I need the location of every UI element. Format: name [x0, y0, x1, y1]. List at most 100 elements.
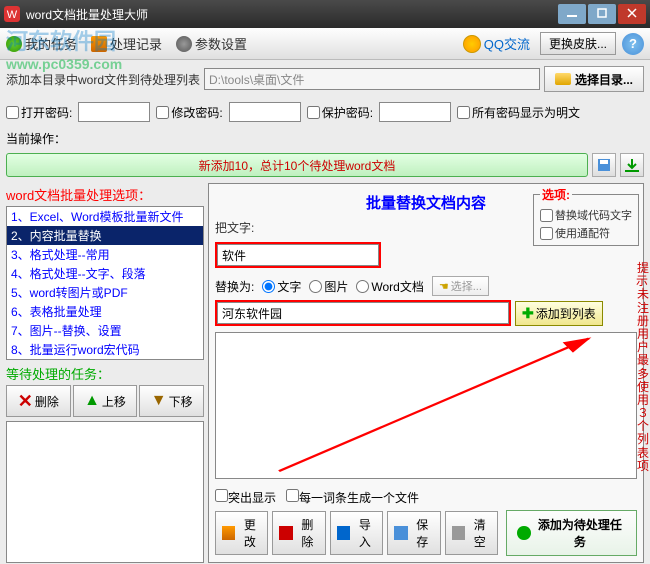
replace-list[interactable]	[215, 332, 637, 479]
hand-icon: ☚	[439, 280, 449, 293]
add-as-task-label: 添加为待处理任务	[534, 516, 626, 550]
option-item[interactable]: 7、图片--替换、设置	[7, 321, 203, 340]
current-operation-label: 当前操作：	[0, 130, 650, 153]
tasks-tab[interactable]: 我的任务	[6, 34, 77, 53]
skin-button[interactable]: 更换皮肤...	[540, 32, 616, 55]
option-item[interactable]: 8、批量运行word宏代码	[7, 340, 203, 359]
records-label: 处理记录	[110, 34, 162, 53]
radio-word-label: Word文档	[371, 278, 423, 295]
status-bar: 新添加10，总计10个待处理word文档	[6, 153, 588, 177]
delete-task-button[interactable]: ✕删除	[6, 385, 71, 417]
gear-icon	[176, 36, 192, 52]
qq-icon	[463, 35, 481, 53]
highlight-label: 突出显示	[228, 491, 276, 505]
settings-label: 参数设置	[195, 34, 247, 53]
radio-image-label: 图片	[324, 278, 348, 295]
radio-text-label: 文字	[277, 278, 301, 295]
open-pwd-input[interactable]	[78, 102, 150, 122]
close-button[interactable]	[618, 4, 646, 24]
trash-icon	[279, 526, 292, 540]
choose-dir-button[interactable]: 选择目录...	[544, 66, 644, 92]
save-icon-button[interactable]	[592, 153, 616, 177]
modify-pwd-label: 修改密码:	[171, 104, 222, 121]
open-pwd-label: 打开密码:	[21, 104, 72, 121]
opt-replace-field-code[interactable]: 替换域代码文字	[540, 207, 632, 223]
highlight-check[interactable]: 突出显示	[215, 489, 276, 506]
delete-label: 删除	[296, 516, 319, 550]
qq-button[interactable]: QQ交流	[463, 34, 530, 53]
choose-dir-label: 选择目录...	[575, 71, 633, 88]
protect-pwd-input[interactable]	[379, 102, 451, 122]
maximize-button[interactable]	[588, 4, 616, 24]
down-arrow-icon: ▼	[151, 392, 167, 410]
plus-icon: ✚	[522, 305, 534, 322]
waiting-header: 等待处理的任务：	[6, 360, 204, 385]
edit-button[interactable]: 更改	[215, 511, 268, 555]
disk-icon	[394, 526, 407, 540]
option-item[interactable]: 5、word转图片或PDF	[7, 283, 203, 302]
delete-button[interactable]: 删除	[272, 511, 325, 555]
import-button[interactable]: 导入	[330, 511, 383, 555]
bottom-options-row: 突出显示 每一词条生成一个文件	[215, 485, 637, 510]
folder-icon	[555, 73, 571, 85]
add-to-list-button[interactable]: ✚添加到列表	[515, 301, 603, 326]
dir-row: 添加本目录中word文件到待处理列表 选择目录...	[0, 60, 650, 98]
import-label: 导入	[353, 516, 376, 550]
minimize-button[interactable]	[558, 4, 586, 24]
perword-check[interactable]: 每一词条生成一个文件	[286, 489, 419, 506]
tasks-label: 我的任务	[25, 34, 77, 53]
move-up-button[interactable]: ▲上移	[73, 385, 138, 417]
protect-pwd-label: 保护密码:	[322, 104, 373, 121]
main-toolbar: 我的任务 处理记录 参数设置 QQ交流 更换皮肤... ?	[0, 28, 650, 60]
tasks-icon	[6, 36, 22, 52]
add-to-list-label: 添加到列表	[536, 305, 596, 322]
svg-text:W: W	[7, 9, 18, 21]
option-item[interactable]: 3、格式处理--常用	[7, 245, 203, 264]
options-box: 选项: 替换域代码文字 使用通配符	[533, 186, 639, 246]
select-file-button[interactable]: ☚选择...	[432, 276, 489, 296]
find-text-input[interactable]	[217, 244, 379, 266]
options-header: word文档批量处理选项：	[6, 183, 204, 206]
settings-tab[interactable]: 参数设置	[176, 34, 247, 53]
qq-label: QQ交流	[484, 34, 530, 53]
records-tab[interactable]: 处理记录	[91, 34, 162, 53]
option-item[interactable]: 6、表格批量处理	[7, 302, 203, 321]
option-item[interactable]: 1、Excel、Word模板批量新文件	[7, 207, 203, 226]
option-item[interactable]: 2、内容批量替换	[7, 226, 203, 245]
x-icon: ✕	[18, 391, 33, 412]
download-icon-button[interactable]	[620, 153, 644, 177]
replace-label: 替换为:	[215, 278, 254, 295]
add-as-task-button[interactable]: 添加为待处理任务	[506, 510, 637, 556]
password-row: 打开密码: 修改密码: 保护密码: 所有密码显示为明文	[0, 98, 650, 130]
clear-label: 清空	[468, 516, 491, 550]
modify-pwd-check[interactable]: 修改密码:	[156, 104, 222, 121]
radio-word[interactable]: Word文档	[356, 278, 423, 295]
import-icon	[337, 526, 350, 540]
dir-path-input[interactable]	[204, 68, 540, 90]
left-column: word文档批量处理选项： 1、Excel、Word模板批量新文件2、内容批量替…	[6, 183, 204, 563]
waiting-task-list[interactable]	[6, 421, 204, 563]
radio-image[interactable]: 图片	[309, 278, 348, 295]
titlebar: W word文档批量处理大师	[0, 0, 650, 28]
save-button[interactable]: 保存	[387, 511, 440, 555]
replace-text-input[interactable]	[217, 302, 509, 324]
move-down-button[interactable]: ▼下移	[139, 385, 204, 417]
opt-use-wildcard[interactable]: 使用通配符	[540, 225, 632, 241]
delete-task-label: 删除	[35, 393, 59, 410]
protect-pwd-check[interactable]: 保护密码:	[307, 104, 373, 121]
dir-label: 添加本目录中word文件到待处理列表	[6, 71, 200, 88]
opt2-label: 使用通配符	[555, 225, 610, 241]
clear-button[interactable]: 清空	[445, 511, 498, 555]
save-label: 保存	[411, 516, 434, 550]
perword-label: 每一词条生成一个文件	[299, 491, 419, 505]
option-item[interactable]: 4、格式处理--文字、段落	[7, 264, 203, 283]
open-pwd-check[interactable]: 打开密码:	[6, 104, 72, 121]
modify-pwd-input[interactable]	[229, 102, 301, 122]
bottom-buttons-row: 更改 删除 导入 保存 清空 添加为待处理任务	[215, 510, 637, 556]
radio-text[interactable]: 文字	[262, 278, 301, 295]
options-box-title: 选项:	[540, 186, 572, 203]
find-label: 把文字:	[215, 219, 254, 236]
options-list[interactable]: 1、Excel、Word模板批量新文件2、内容批量替换3、格式处理--常用4、格…	[6, 206, 204, 360]
help-button[interactable]: ?	[622, 33, 644, 55]
show-pwd-check[interactable]: 所有密码显示为明文	[457, 104, 580, 121]
